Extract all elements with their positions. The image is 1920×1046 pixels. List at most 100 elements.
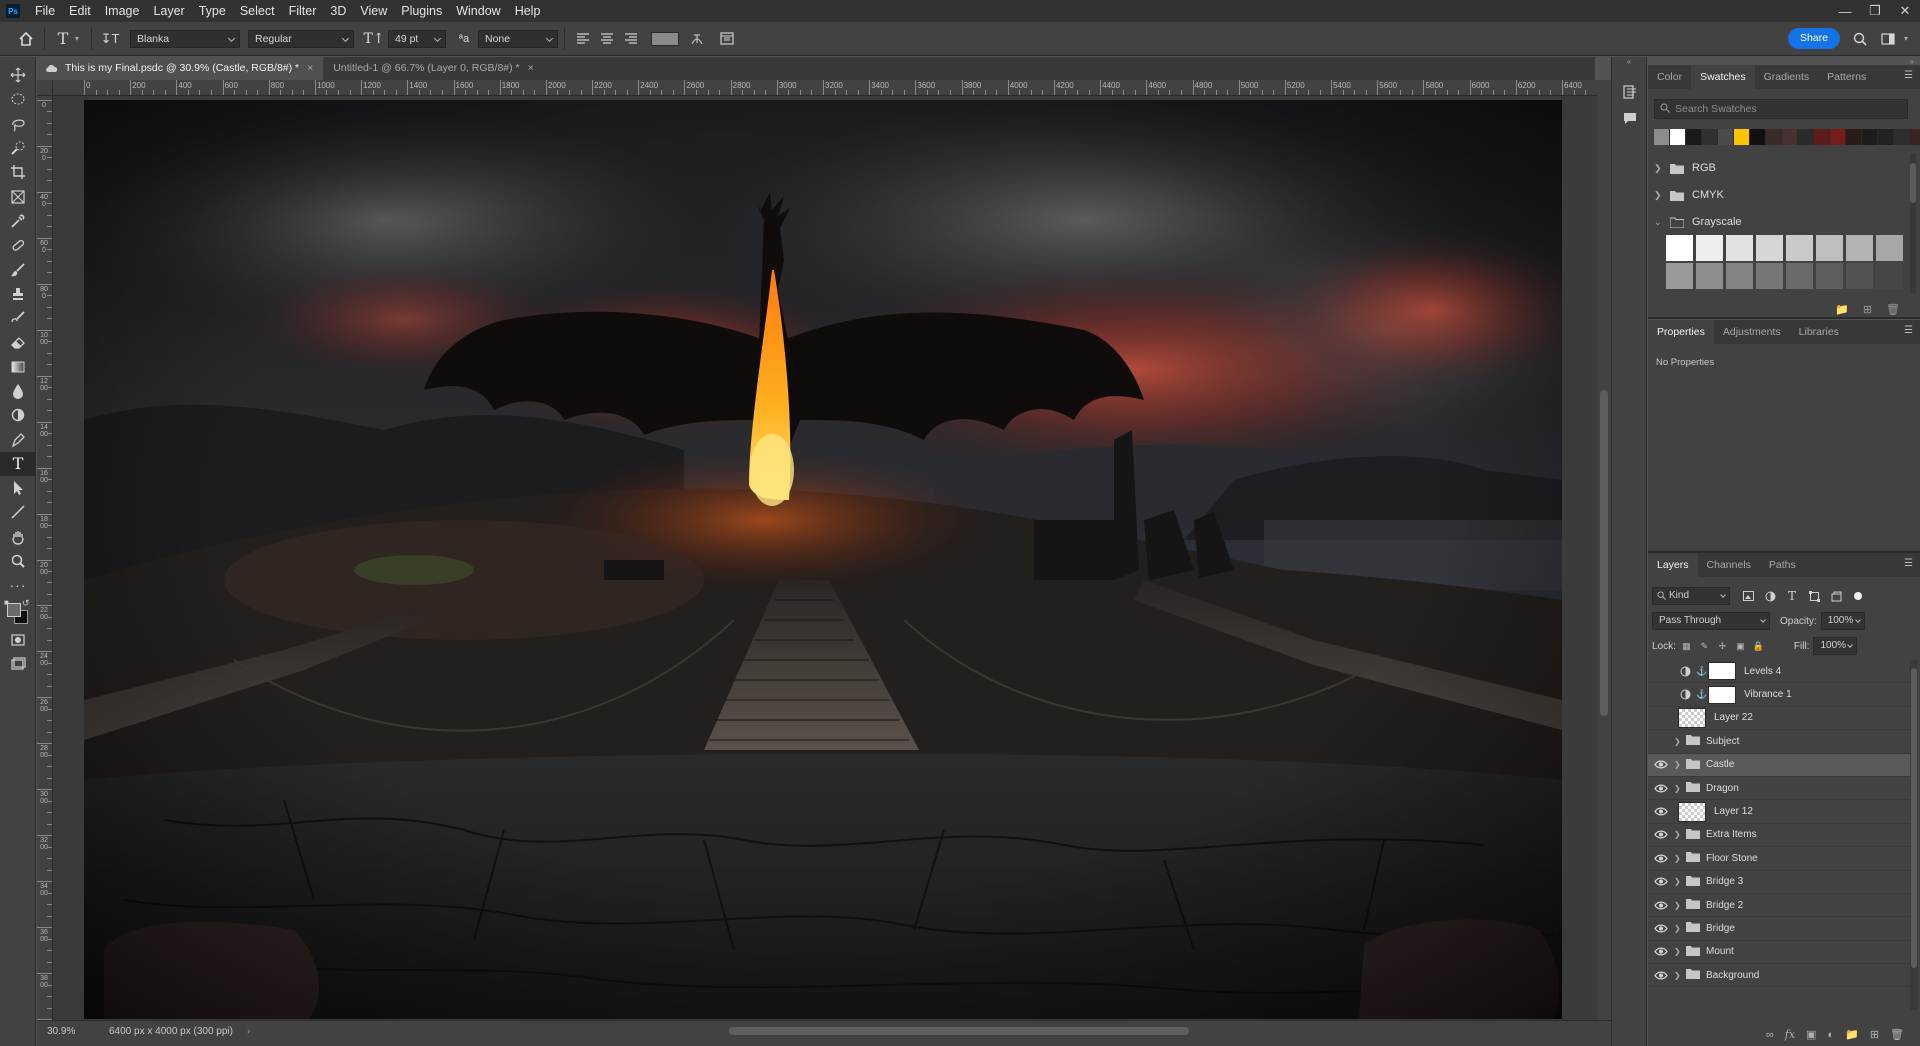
grayscale-swatch[interactable] — [1786, 235, 1813, 261]
mask-link-icon[interactable]: ⚓ — [1696, 689, 1707, 700]
tab-libraries[interactable]: Libraries — [1790, 320, 1848, 344]
quick-select-tool-icon[interactable] — [0, 136, 36, 160]
tab-adjustments[interactable]: Adjustments — [1714, 320, 1790, 344]
close-tab-icon[interactable]: × — [307, 62, 313, 74]
chevron-right-icon[interactable]: ❯ — [1674, 737, 1684, 746]
lock-transparent-pixels-icon[interactable]: ▦ — [1679, 639, 1694, 654]
menu-type[interactable]: Type — [192, 0, 233, 22]
visibility-eye-icon[interactable] — [1648, 823, 1674, 846]
marquee-tool-icon[interactable] — [0, 87, 36, 111]
pen-tool-icon[interactable] — [0, 427, 36, 451]
visibility-eye-icon[interactable] — [1648, 917, 1674, 940]
panel-menu-icon[interactable]: ☰ — [1904, 326, 1914, 336]
layer-row[interactable]: ❯ Bridge — [1648, 917, 1910, 941]
panel-menu-icon[interactable]: ☰ — [1904, 71, 1914, 81]
visibility-eye-icon[interactable] — [1648, 847, 1674, 870]
visibility-eye-icon[interactable] — [1648, 870, 1674, 893]
menu-3d[interactable]: 3D — [323, 0, 353, 22]
recent-swatch[interactable] — [1718, 129, 1734, 145]
tab-gradients[interactable]: Gradients — [1755, 65, 1819, 89]
filter-toggle-icon[interactable] — [1850, 588, 1866, 604]
chevron-right-icon[interactable]: ❯ — [1674, 901, 1684, 910]
document-canvas[interactable] — [84, 100, 1562, 1019]
grayscale-swatch[interactable] — [1726, 263, 1753, 289]
zoom-level[interactable]: 30.9% — [47, 1026, 75, 1037]
font-family-dropdown[interactable]: Blanka — [130, 29, 240, 48]
filter-shape-icon[interactable] — [1806, 588, 1822, 604]
warp-text-icon[interactable] — [685, 27, 709, 51]
canvas-area[interactable] — [53, 96, 1597, 1020]
anti-alias-dropdown[interactable]: None — [478, 29, 558, 48]
grayscale-swatch[interactable] — [1846, 263, 1873, 289]
menu-edit[interactable]: Edit — [62, 0, 98, 22]
layers-scrollbar[interactable] — [1910, 660, 1918, 1010]
chevron-right-icon[interactable]: ❯ — [1674, 854, 1684, 863]
dodge-tool-icon[interactable] — [0, 403, 36, 427]
recent-swatch[interactable] — [1766, 129, 1782, 145]
screen-mode-icon[interactable] — [0, 652, 36, 676]
visibility-eye-icon[interactable] — [1648, 777, 1674, 800]
status-info-menu-icon[interactable]: › — [247, 1026, 250, 1037]
recent-swatch[interactable] — [1670, 129, 1686, 145]
align-center-icon[interactable] — [595, 27, 619, 51]
mask-link-icon[interactable]: ⚓ — [1696, 666, 1707, 677]
menu-file[interactable]: File — [28, 0, 62, 22]
layer-row[interactable]: ⚓ Levels 4 — [1648, 660, 1910, 684]
grayscale-swatch[interactable] — [1756, 235, 1783, 261]
visibility-toggle[interactable] — [1648, 660, 1674, 683]
lock-all-icon[interactable]: 🔒 — [1751, 639, 1766, 654]
filter-smart-object-icon[interactable] — [1828, 588, 1844, 604]
grayscale-swatch[interactable] — [1666, 235, 1693, 261]
grayscale-swatch[interactable] — [1696, 263, 1723, 289]
swatch-group-cmyk[interactable]: ❯ CMYK — [1654, 184, 1902, 206]
swap-colors-icon[interactable]: ↺ — [22, 598, 30, 609]
new-group-icon[interactable]: 📁 — [1845, 1028, 1859, 1041]
layer-thumbnail[interactable] — [1678, 801, 1706, 822]
menu-select[interactable]: Select — [233, 0, 282, 22]
home-icon[interactable] — [14, 27, 38, 51]
chevron-right-icon[interactable]: ❯ — [1674, 784, 1684, 793]
layer-style-icon[interactable]: fx — [1785, 1028, 1795, 1041]
history-brush-tool-icon[interactable] — [0, 306, 36, 330]
close-tab-icon[interactable]: × — [528, 62, 534, 74]
visibility-eye-icon[interactable] — [1648, 940, 1674, 963]
hand-tool-icon[interactable] — [0, 525, 36, 549]
filter-kind-dropdown[interactable]: Kind — [1652, 587, 1730, 605]
layer-row[interactable]: ❯ Castle — [1648, 753, 1910, 777]
crop-tool-icon[interactable] — [0, 160, 36, 184]
visibility-toggle[interactable] — [1648, 730, 1674, 753]
menu-window[interactable]: Window — [449, 0, 507, 22]
healing-brush-tool-icon[interactable] — [0, 233, 36, 257]
grayscale-swatch[interactable] — [1786, 263, 1813, 289]
grayscale-swatch[interactable] — [1666, 263, 1693, 289]
menu-image[interactable]: Image — [98, 0, 147, 22]
comments-panel-icon[interactable] — [1612, 105, 1648, 131]
tab-properties[interactable]: Properties — [1648, 320, 1714, 344]
chevron-right-icon[interactable]: ❯ — [1674, 971, 1684, 980]
swatch-group-rgb[interactable]: ❯ RGB — [1654, 157, 1902, 179]
line-tool-icon[interactable] — [0, 500, 36, 524]
menu-filter[interactable]: Filter — [282, 0, 324, 22]
layer-row[interactable]: ❯ Bridge 2 — [1648, 894, 1910, 918]
align-left-icon[interactable] — [571, 27, 595, 51]
tab-untitled-document[interactable]: Untitled-1 @ 66.7% (Layer 0, RGB/8#) * × — [323, 57, 543, 80]
layer-row[interactable]: ❯ Extra Items — [1648, 823, 1910, 848]
recent-swatch[interactable] — [1702, 129, 1718, 145]
preset-chevron-icon[interactable]: ▾ — [75, 34, 85, 43]
character-panel-icon[interactable] — [715, 27, 739, 51]
delete-layer-icon[interactable]: 🗑 — [1890, 1028, 1904, 1041]
tab-paths[interactable]: Paths — [1760, 553, 1805, 577]
color-picker-swatches[interactable]: ■ ↺ — [0, 598, 36, 628]
frame-tool-icon[interactable] — [0, 184, 36, 208]
layer-row[interactable]: ⚓ Vibrance 1 — [1648, 683, 1910, 707]
filter-pixel-icon[interactable] — [1740, 588, 1756, 604]
tab-final-document[interactable]: This is my Final.psdc @ 30.9% (Castle, R… — [37, 57, 324, 80]
scrollbar-thumb[interactable] — [1910, 163, 1916, 203]
align-right-icon[interactable] — [619, 27, 643, 51]
new-layer-icon[interactable]: ⊞ — [1870, 1028, 1879, 1041]
chevron-right-icon[interactable]: ❯ — [1674, 830, 1684, 839]
type-tool-preset-icon[interactable]: T — [51, 27, 75, 51]
visibility-toggle[interactable] — [1648, 706, 1674, 729]
recent-swatch[interactable] — [1846, 129, 1862, 145]
lock-artboard-icon[interactable]: ▣ — [1733, 639, 1748, 654]
